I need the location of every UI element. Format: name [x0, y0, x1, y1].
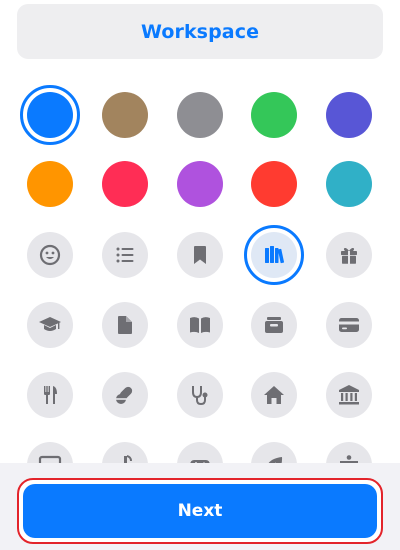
- icon-option-music[interactable]: [95, 435, 155, 465]
- icon-option-tv[interactable]: [20, 435, 80, 465]
- color-swatch-blue[interactable]: [20, 85, 80, 145]
- list-icon: [116, 247, 134, 263]
- color-swatch-gray[interactable]: [170, 85, 230, 145]
- icon-option-gift[interactable]: [319, 225, 379, 285]
- pills-icon: [116, 386, 133, 404]
- icon-option-tray[interactable]: [244, 295, 304, 355]
- icon-option-graduation[interactable]: [20, 295, 80, 355]
- color-dot: [326, 161, 372, 207]
- color-swatch-purple[interactable]: [170, 154, 230, 214]
- bank-icon: [339, 385, 359, 405]
- selection-ring: [20, 85, 80, 145]
- credit-card-icon: [339, 318, 359, 332]
- gift-icon: [341, 247, 357, 264]
- color-dot: [102, 92, 148, 138]
- next-button-label: Next: [23, 484, 377, 538]
- fork-knife-icon: [44, 386, 57, 404]
- color-icon-picker: [0, 85, 400, 465]
- color-dot: [326, 92, 372, 138]
- color-swatch-orange[interactable]: [20, 154, 80, 214]
- color-swatch-pink[interactable]: [95, 154, 155, 214]
- next-button[interactable]: Next: [17, 478, 383, 544]
- color-dot: [251, 92, 297, 138]
- bookmark-icon: [194, 246, 206, 264]
- tray-icon: [265, 317, 283, 333]
- icon-option-document[interactable]: [95, 295, 155, 355]
- selection-ring: [244, 225, 304, 285]
- stethoscope-icon: [192, 386, 208, 406]
- icon-option-stethoscope[interactable]: [170, 365, 230, 425]
- color-dot: [102, 161, 148, 207]
- open-book-icon: [190, 317, 210, 333]
- icon-option-bank[interactable]: [319, 365, 379, 425]
- icon-option-list[interactable]: [95, 225, 155, 285]
- graduation-cap-icon: [39, 317, 61, 331]
- color-swatch-indigo[interactable]: [319, 85, 379, 145]
- smiley-icon: [39, 244, 61, 266]
- color-swatch-brown[interactable]: [95, 85, 155, 145]
- house-icon: [264, 386, 284, 404]
- icon-option-smiley[interactable]: [20, 225, 80, 285]
- color-dot: [177, 161, 223, 207]
- color-swatch-green[interactable]: [244, 85, 304, 145]
- icon-option-book[interactable]: [170, 295, 230, 355]
- icon-option-pills[interactable]: [95, 365, 155, 425]
- icon-option-food[interactable]: [20, 365, 80, 425]
- icon-option-figure[interactable]: [319, 435, 379, 465]
- color-swatch-teal[interactable]: [319, 154, 379, 214]
- color-dot: [177, 92, 223, 138]
- icon-option-leaf[interactable]: [244, 435, 304, 465]
- color-dot: [27, 161, 73, 207]
- icon-option-card[interactable]: [319, 295, 379, 355]
- color-swatch-red[interactable]: [244, 154, 304, 214]
- icon-option-bookmark[interactable]: [170, 225, 230, 285]
- icon-option-game[interactable]: [170, 435, 230, 465]
- document-icon: [118, 316, 132, 334]
- list-name-field[interactable]: Workspace: [17, 4, 383, 59]
- icon-option-house[interactable]: [244, 365, 304, 425]
- icon-option-books[interactable]: [244, 225, 304, 285]
- color-dot: [251, 161, 297, 207]
